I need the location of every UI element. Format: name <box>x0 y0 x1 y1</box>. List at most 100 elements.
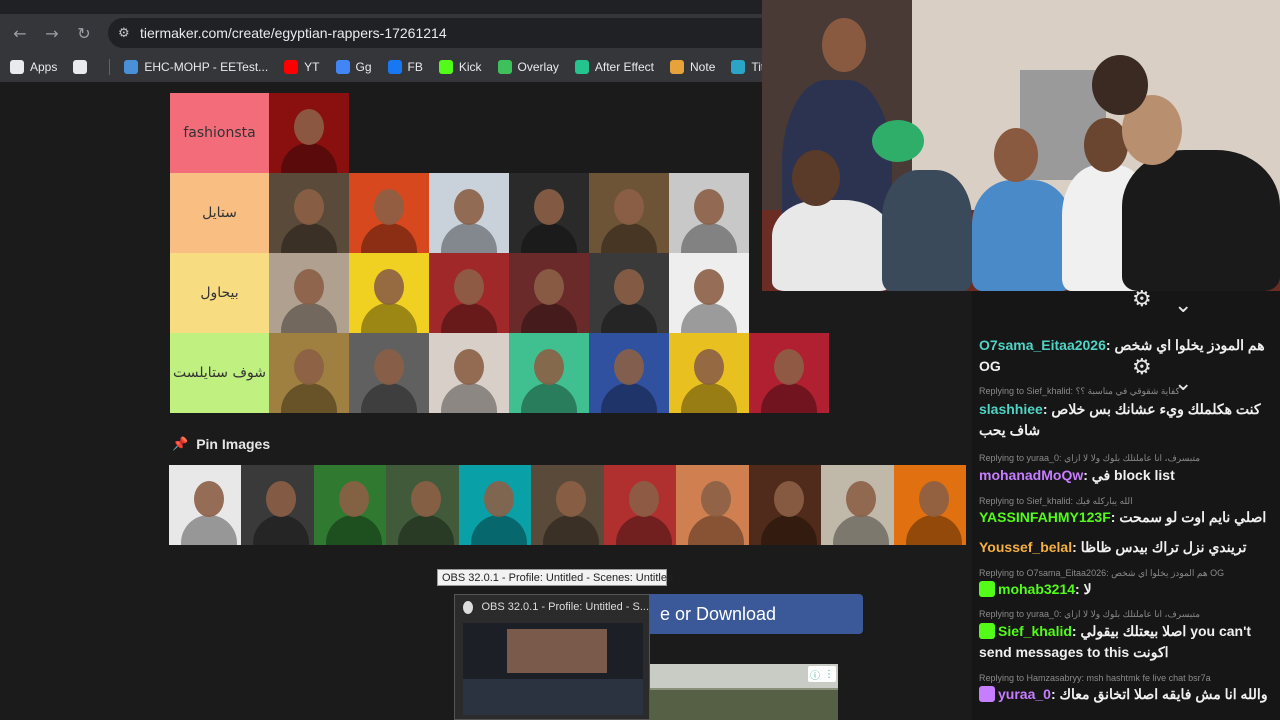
tier-image-tile[interactable] <box>669 333 749 413</box>
pin-image-tile[interactable] <box>531 465 604 545</box>
pin-image-tile[interactable] <box>893 465 966 545</box>
tier-image-tile[interactable] <box>269 93 349 173</box>
ad-controls[interactable]: ⓘ ⋮ <box>808 666 836 682</box>
tier-label[interactable]: ستايل <box>170 173 269 253</box>
tile-figure-body <box>361 223 417 253</box>
tier-image-tile[interactable] <box>749 333 829 413</box>
bookmark-item[interactable]: Gg <box>335 60 372 74</box>
chevron-down-icon[interactable]: ⌄ <box>1174 293 1192 318</box>
tier-image-tile[interactable] <box>509 173 589 253</box>
chat-message[interactable]: mohab3214: لا <box>979 579 1275 600</box>
chat-username[interactable]: YASSINFAHMY123F <box>979 509 1111 525</box>
tile-figure-body <box>601 223 657 253</box>
tier-image-tile[interactable] <box>509 253 589 333</box>
tile-figure-face <box>294 109 324 145</box>
obs-window-thumbnail[interactable]: OBS 32.0.1 - Profile: Untitled - S... <box>454 594 650 720</box>
chat-text: لا <box>1083 581 1092 597</box>
wave-icon <box>731 60 746 74</box>
ad-close-icon[interactable]: ⋮ <box>824 669 834 680</box>
bookmark-item[interactable]: Note <box>670 60 715 74</box>
tile-figure-face <box>534 189 564 225</box>
bookmark-item[interactable]: Overlay <box>497 60 559 74</box>
tier-image-tile[interactable] <box>429 253 509 333</box>
tile-figure-body <box>601 303 657 333</box>
grid-icon <box>73 60 88 74</box>
pin-image-tile[interactable] <box>169 465 242 545</box>
tier-image-tile[interactable] <box>509 333 589 413</box>
chat-reply-context: Replying to Sief_khalid: الله يباركله في… <box>979 496 1133 506</box>
google-icon <box>335 60 350 74</box>
tier-image-tile[interactable] <box>589 333 669 413</box>
chat-message[interactable]: Youssef_belal: تريندي نزل تراك بيدس ظاظا <box>979 537 1275 558</box>
chat-message[interactable]: YASSINFAHMY123F: اصلي نايم اوت لو سمحت <box>979 507 1275 528</box>
forward-icon[interactable]: → <box>36 17 68 49</box>
reload-icon[interactable]: ↻ <box>68 17 100 49</box>
tier-image-tile[interactable] <box>429 333 509 413</box>
obs-logo-icon <box>463 600 474 614</box>
ad-info-icon[interactable]: ⓘ <box>810 667 820 682</box>
back-icon[interactable]: ← <box>4 17 36 49</box>
tier-image-tile[interactable] <box>269 173 349 253</box>
tier-image-tile[interactable] <box>589 173 669 253</box>
tier-row: بيحاول <box>170 253 749 333</box>
chat-username[interactable]: mohab3214 <box>998 581 1075 597</box>
bookmark-item[interactable]: After Effect <box>574 60 654 74</box>
bookmark-item[interactable]: FB <box>387 60 423 74</box>
tile-figure-body <box>281 223 337 253</box>
chat-message[interactable]: yuraa_0: والله انا مش فايقه اصلا اتخانق … <box>979 684 1275 705</box>
bookmark-item[interactable]: YT <box>284 60 320 74</box>
tile-figure-body <box>601 383 657 413</box>
tier-image-tile[interactable] <box>669 253 749 333</box>
tier-image-tile[interactable] <box>349 253 429 333</box>
pin-image-tile[interactable] <box>313 465 387 545</box>
tile-figure-body <box>398 515 455 545</box>
pin-image-tile[interactable] <box>676 465 749 545</box>
bookmark-item[interactable]: EHC-MOHP - EETest... <box>124 60 268 74</box>
bookmark-item[interactable]: Apps <box>10 60 57 74</box>
tile-figure-face <box>556 481 587 517</box>
chat-username[interactable]: slashhiee <box>979 401 1043 417</box>
chat-username[interactable]: mohanadMoQw <box>979 467 1083 483</box>
chat-message[interactable]: mohanadMoQw: في block list <box>979 465 1275 486</box>
tier-image-tile[interactable] <box>589 253 669 333</box>
tile-figure-body <box>761 383 817 413</box>
pin-image-tile[interactable] <box>603 465 677 545</box>
site-info-icon[interactable]: ⚙ <box>118 26 140 41</box>
tier-label[interactable]: شوف ستايلست <box>170 333 269 413</box>
tier-image-tile[interactable] <box>669 173 749 253</box>
save-or-download-button[interactable]: e or Download <box>640 594 863 634</box>
tier-image-tile[interactable] <box>269 333 349 413</box>
webcam-person-head <box>1092 55 1148 115</box>
tile-figure-body <box>681 303 737 333</box>
chat-reply-context: Replying to Sief_khalid: كفاية شقوقي في … <box>979 386 1180 396</box>
pin-image-tile[interactable] <box>386 465 459 545</box>
pin-image-tile[interactable] <box>458 465 532 545</box>
chat-username[interactable]: Youssef_belal <box>979 539 1072 555</box>
tier-image-tile[interactable] <box>349 333 429 413</box>
tile-figure-body <box>521 223 577 253</box>
bookmark-item[interactable] <box>73 60 93 74</box>
gear-icon[interactable]: ⚙ <box>1132 287 1152 312</box>
tile-figure-body <box>521 383 577 413</box>
tier-items <box>269 93 349 173</box>
pin-image-tile[interactable] <box>748 465 822 545</box>
chat-username[interactable]: Sief_khalid <box>998 623 1072 639</box>
address-bar[interactable]: ⚙ tiermaker.com/create/egyptian-rappers-… <box>108 18 868 48</box>
tier-label[interactable]: بيحاول <box>170 253 269 333</box>
pin-image-tile[interactable] <box>241 465 314 545</box>
obs-thumbnail-title: OBS 32.0.1 - Profile: Untitled - S... <box>481 601 649 613</box>
tier-image-tile[interactable] <box>269 253 349 333</box>
tier-image-tile[interactable] <box>429 173 509 253</box>
chat-message[interactable]: slashhiee: كنت هكلملك ويء عشانك بس خلاص … <box>979 399 1275 441</box>
tier-label[interactable]: fashionsta <box>170 93 269 173</box>
tier-image-tile[interactable] <box>349 173 429 253</box>
bookmark-item[interactable]: Kick <box>438 60 482 74</box>
chat-username[interactable]: O7sama_Eitaa2026 <box>979 337 1106 353</box>
chat-text: والله انا مش فايقه اصلا اتخانق معاك <box>1059 686 1268 702</box>
tier-items <box>269 333 829 413</box>
shield-icon <box>497 60 512 74</box>
pin-image-tile[interactable] <box>821 465 894 545</box>
chat-message[interactable]: O7sama_Eitaa2026: هم المودز يخلوا اي شخص… <box>979 335 1275 377</box>
chat-username[interactable]: yuraa_0 <box>998 686 1051 702</box>
chat-message[interactable]: Sief_khalid: اصلا بيعتلك بيقولي you can'… <box>979 621 1275 663</box>
